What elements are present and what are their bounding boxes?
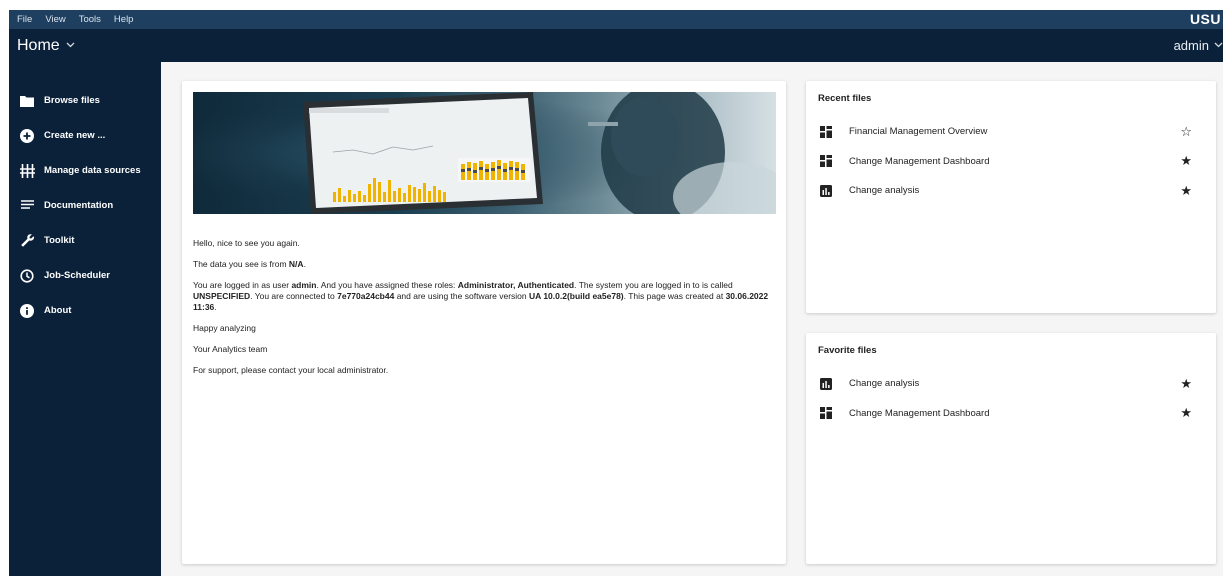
sidebar-item-label: Create new ... <box>44 130 106 141</box>
star-filled-icon[interactable]: ★ <box>1180 183 1192 199</box>
file-name: Change analysis <box>849 378 920 390</box>
sidebar-item-create-new[interactable]: Create new ... <box>9 118 161 153</box>
documentation-icon <box>19 198 35 214</box>
menu-bar: File View Tools Help USU <box>9 10 1223 29</box>
folder-icon <box>19 93 35 109</box>
sidebar-item-browse-files[interactable]: Browse files <box>9 83 161 118</box>
analysis-icon <box>820 377 832 390</box>
team-text: Your Analytics team <box>193 344 268 354</box>
chevron-down-icon <box>66 40 75 51</box>
star-filled-icon[interactable]: ★ <box>1180 376 1192 392</box>
page-title: Home <box>17 36 60 54</box>
dashboard-icon <box>820 155 832 168</box>
file-name: Change analysis <box>849 185 920 197</box>
welcome-card: Hello, nice to see you again. The data y… <box>182 81 786 564</box>
menu-file[interactable]: File <box>17 14 32 25</box>
wrench-icon <box>19 233 35 249</box>
page-title-dropdown[interactable]: Home <box>9 37 75 55</box>
file-name: Change Management Dashboard <box>849 407 990 419</box>
sidebar-item-label: Documentation <box>44 200 114 211</box>
star-filled-icon[interactable]: ★ <box>1180 153 1192 169</box>
data-sources-icon <box>19 163 35 179</box>
sidebar-item-toolkit[interactable]: Toolkit <box>9 223 161 258</box>
sidebar: Browse files Create new ... Manage data … <box>9 62 161 576</box>
file-name: Change Management Dashboard <box>849 155 990 167</box>
menu-tools[interactable]: Tools <box>79 14 101 25</box>
sidebar-item-documentation[interactable]: Documentation <box>9 188 161 223</box>
list-item[interactable]: Change analysis ★ <box>818 176 1204 206</box>
user-name: admin <box>1173 38 1209 53</box>
sidebar-item-label: Toolkit <box>44 235 75 246</box>
sidebar-item-manage-data-sources[interactable]: Manage data sources <box>9 153 161 188</box>
info-icon <box>19 303 35 319</box>
brand-logo: USU <box>1189 11 1221 27</box>
support-text: For support, please contact your local a… <box>193 365 389 375</box>
clock-icon <box>19 268 35 284</box>
sidebar-item-about[interactable]: About <box>9 293 161 328</box>
main-content: Hello, nice to see you again. The data y… <box>161 62 1223 576</box>
welcome-text: Hello, nice to see you again. The data y… <box>193 238 773 376</box>
star-filled-icon[interactable]: ★ <box>1180 405 1192 421</box>
favorite-files-card: Favorite files Change analysis ★ Change … <box>806 333 1216 564</box>
add-circle-icon <box>19 128 35 144</box>
list-item[interactable]: Change Management Dashboard ★ <box>818 147 1204 177</box>
dashboard-icon <box>820 125 832 138</box>
recent-files-title: Recent files <box>818 93 872 104</box>
sidebar-item-label: Browse files <box>44 95 100 106</box>
list-item[interactable]: Financial Management Overview ☆ <box>818 117 1204 147</box>
login-info-text: You are logged in as user admin. And you… <box>193 280 769 312</box>
greeting-text: Hello, nice to see you again. <box>193 238 300 248</box>
user-menu[interactable]: admin <box>1174 38 1223 53</box>
data-source-text: The data you see is from N/A. <box>193 259 306 269</box>
app-header: Home admin <box>9 29 1223 62</box>
list-item[interactable]: Change Management Dashboard ★ <box>818 399 1204 429</box>
recent-files-card: Recent files Financial Management Overvi… <box>806 81 1216 313</box>
happy-text: Happy analyzing <box>193 323 256 333</box>
favorite-files-title: Favorite files <box>818 345 877 356</box>
star-outline-icon[interactable]: ☆ <box>1180 124 1192 140</box>
sidebar-item-label: Job-Scheduler <box>44 270 110 281</box>
chevron-down-icon <box>1214 40 1223 51</box>
analysis-icon <box>820 184 832 197</box>
list-item[interactable]: Change analysis ★ <box>818 369 1204 399</box>
dashboard-icon <box>820 407 832 420</box>
menu-view[interactable]: View <box>45 14 65 25</box>
sidebar-item-label: Manage data sources <box>44 165 141 176</box>
hero-image <box>193 92 776 214</box>
file-name: Financial Management Overview <box>849 126 988 138</box>
sidebar-item-label: About <box>44 305 72 316</box>
sidebar-item-job-scheduler[interactable]: Job-Scheduler <box>9 258 161 293</box>
menu-help[interactable]: Help <box>114 14 134 25</box>
